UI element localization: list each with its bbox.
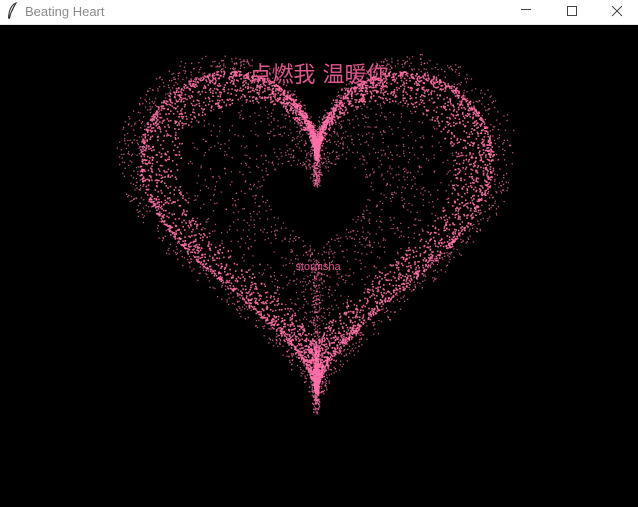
heading-text: 点燃我 温暖你 — [249, 63, 389, 88]
app-window: Beating Heart 点燃我 温暖你 stormsha — [0, 0, 638, 507]
title-bar[interactable]: Beating Heart — [0, 0, 638, 25]
window-title: Beating Heart — [25, 4, 105, 19]
heart-canvas: 点燃我 温暖你 stormsha — [0, 25, 638, 507]
center-label: stormsha — [295, 261, 341, 273]
feather-icon — [7, 2, 18, 20]
minimize-icon — [521, 9, 531, 10]
close-icon — [611, 6, 623, 17]
maximize-button[interactable] — [549, 0, 595, 24]
minimize-button[interactable] — [503, 0, 549, 24]
close-button[interactable] — [594, 0, 638, 24]
maximize-icon — [567, 6, 577, 16]
